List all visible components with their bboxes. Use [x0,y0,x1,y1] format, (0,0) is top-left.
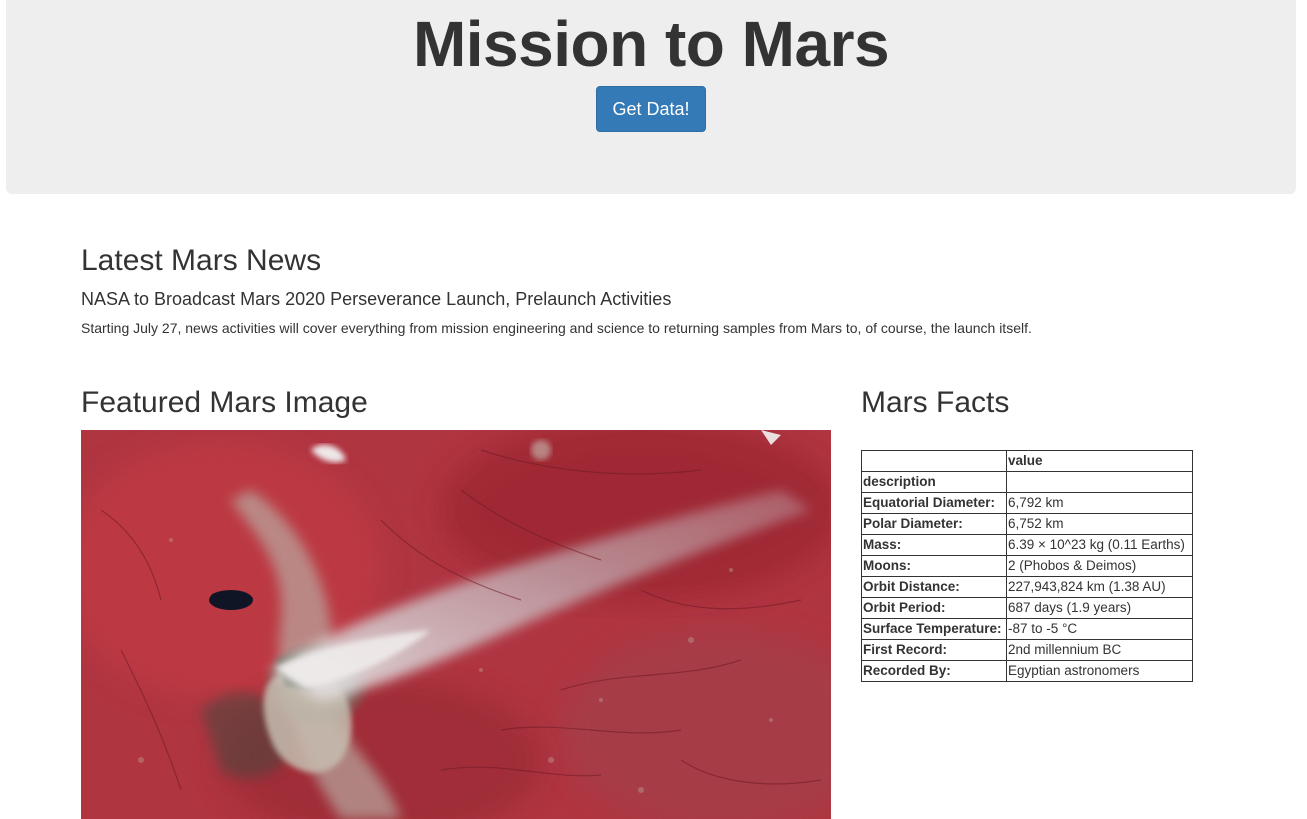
fact-label: Surface Temperature: [861,618,1007,640]
table-row: Recorded By: Egyptian astronomers [861,660,1193,682]
table-row: Equatorial Diameter: 6,792 km [861,492,1193,514]
page-title: Mission to Mars [412,8,890,80]
fact-value: -87 to -5 °C [1006,618,1193,640]
fact-value: 2 (Phobos & Deimos) [1006,555,1193,577]
news-title: NASA to Broadcast Mars 2020 Perseverance… [81,289,672,309]
fact-value: 6,752 km [1006,513,1193,535]
news-section: Latest Mars News NASA to Broadcast Mars … [81,244,1211,338]
fact-value: Egyptian astronomers [1006,660,1193,682]
get-data-button[interactable]: Get Data! [596,86,706,132]
fact-label: First Record: [861,639,1007,661]
table-row: First Record: 2nd millennium BC [861,639,1193,661]
table-row: Orbit Period: 687 days (1.9 years) [861,597,1193,619]
fact-label: Polar Diameter: [861,513,1007,535]
mars-facts-heading: Mars Facts [861,386,1010,419]
featured-image-section: Featured Mars Image [81,386,831,819]
table-row: Polar Diameter: 6,752 km [861,513,1193,535]
table-header-value: value [1006,450,1193,472]
table-index-label: description [861,471,1007,493]
jumbotron-header: Mission to Mars Get Data! [6,0,1296,194]
fact-value: 6.39 × 10^23 kg (0.11 Earths) [1006,534,1193,556]
mars-facts-table: value description Equatorial Diameter: 6… [861,450,1193,682]
fact-label: Mass: [861,534,1007,556]
table-index-empty [1006,471,1193,493]
fact-value: 687 days (1.9 years) [1006,597,1193,619]
fact-label: Orbit Distance: [861,576,1007,598]
table-index-row: description [861,471,1193,493]
fact-value: 6,792 km [1006,492,1193,514]
table-header-blank [861,450,1007,472]
fact-value: 227,943,824 km (1.38 AU) [1006,576,1193,598]
table-row: Surface Temperature: -87 to -5 °C [861,618,1193,640]
featured-mars-image [81,430,831,819]
featured-image-heading: Featured Mars Image [81,386,368,419]
news-heading: Latest Mars News [81,244,322,277]
mars-facts-section: Mars Facts value description Equatorial … [861,386,1201,682]
table-row: Moons: 2 (Phobos & Deimos) [861,555,1193,577]
fact-label: Recorded By: [861,660,1007,682]
table-header-row: value [861,450,1193,472]
table-row: Orbit Distance: 227,943,824 km (1.38 AU) [861,576,1193,598]
fact-label: Orbit Period: [861,597,1007,619]
fact-label: Equatorial Diameter: [861,492,1007,514]
table-row: Mass: 6.39 × 10^23 kg (0.11 Earths) [861,534,1193,556]
fact-label: Moons: [861,555,1007,577]
fact-value: 2nd millennium BC [1006,639,1193,661]
news-teaser: Starting July 27, news activities will c… [81,320,1032,336]
